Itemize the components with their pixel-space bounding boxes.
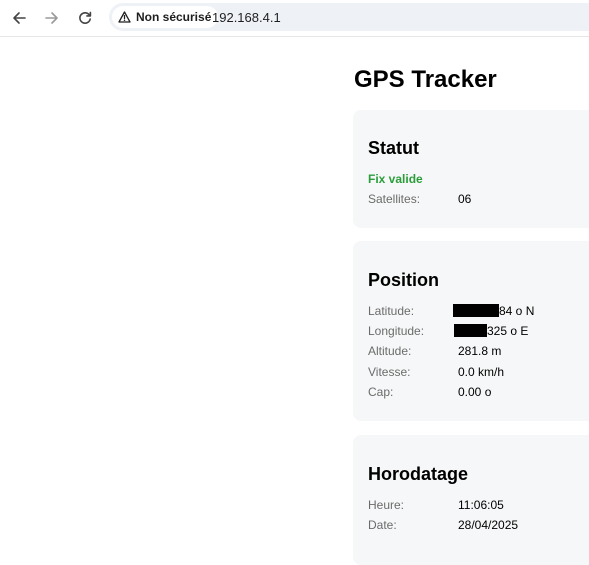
satellites-value: 06: [458, 192, 472, 206]
status-heading: Statut: [368, 138, 419, 158]
back-button[interactable]: [6, 5, 32, 31]
timestamp-card: Horodatage Heure: 11:06:05 Date: 28/04/2…: [353, 435, 589, 565]
longitude-value: 325 o E: [454, 324, 528, 339]
speed-label: Vitesse:: [368, 365, 411, 379]
back-arrow-icon: [13, 12, 26, 24]
time-value: 11:06:05: [458, 498, 504, 512]
reload-button[interactable]: [72, 5, 98, 31]
redaction-box: [454, 324, 487, 337]
heading-value: 0.00 o: [458, 385, 492, 399]
warning-triangle-icon: [118, 11, 131, 23]
fix-status-text: Fix valide: [368, 172, 423, 186]
time-label: Heure:: [368, 498, 405, 512]
security-chip[interactable]: Non sécurisé: [112, 6, 219, 28]
position-heading: Position: [368, 270, 439, 290]
date-value: 28/04/2025: [458, 518, 519, 532]
date-label: Date:: [368, 518, 397, 532]
altitude-label: Altitude:: [368, 344, 412, 358]
url-text[interactable]: 192.168.4.1: [212, 10, 281, 25]
reload-icon: [79, 11, 92, 24]
latitude-value: 84 o N: [453, 304, 534, 319]
timestamp-heading: Horodatage: [368, 464, 469, 484]
forward-arrow-icon: [45, 12, 58, 24]
page-title: GPS Tracker: [354, 66, 497, 93]
position-card: Position Latitude: 84 o N Longitude: 325…: [353, 241, 589, 421]
longitude-label: Longitude:: [368, 324, 425, 338]
address-bar[interactable]: Non sécurisé 192.168.4.1: [109, 3, 589, 31]
latitude-label: Latitude:: [368, 304, 415, 318]
forward-button[interactable]: [39, 5, 65, 31]
status-card: Statut Fix valide Satellites: 06: [353, 110, 589, 228]
satellites-label: Satellites:: [368, 192, 421, 206]
redaction-box: [453, 304, 499, 317]
browser-toolbar: Non sécurisé 192.168.4.1: [0, 0, 589, 37]
speed-value: 0.0 km/h: [458, 365, 505, 379]
heading-label: Cap:: [368, 385, 394, 399]
security-label: Non sécurisé: [136, 10, 212, 24]
altitude-value: 281.8 m: [458, 344, 502, 358]
